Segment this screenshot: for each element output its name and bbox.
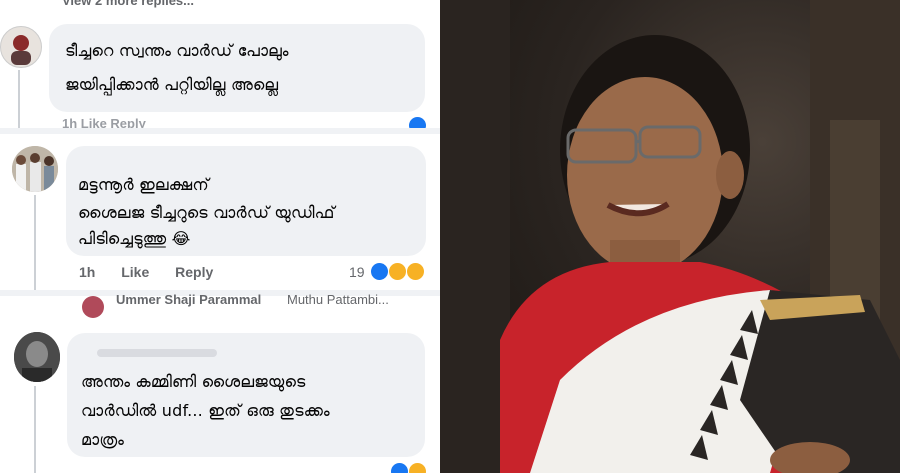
like-reaction-icon: [370, 262, 389, 281]
thread-line: [34, 195, 36, 295]
comment-bubble: അന്തം കമ്മിണി ശൈലജയുടെ വാർഡിൽ udf... ഇത്…: [67, 333, 425, 457]
like-button[interactable]: Like: [121, 264, 149, 280]
comment-bubble: ടീച്ചറെ സ്വന്തം വാർഡ് പോലും ജയിപ്പിക്കാൻ…: [49, 24, 425, 112]
comment-text-line: മട്ടന്നൂർ ഇലക്ഷന്: [78, 175, 209, 194]
user-avatar-icon: [11, 35, 31, 65]
comment-time: 1h: [79, 264, 96, 280]
wow-reaction-icon: [406, 262, 425, 281]
comment-text-line: പിടിച്ചെടുത്തു 😂: [78, 229, 191, 248]
comment-text-line: ടീച്ചറെ സ്വന്തം വാർഡ് പോലും: [65, 41, 289, 60]
reaction-count[interactable]: 19: [349, 264, 365, 280]
comment-bubble: മട്ടന്നൂർ ഇലക്ഷന് ശൈലജ ടീച്ചറുടെ വാർഡ് യ…: [66, 146, 426, 256]
comment-text-line: അന്തം കമ്മിണി ശൈലജയുടെ: [81, 372, 306, 391]
avatar[interactable]: [14, 332, 60, 382]
divider: [0, 128, 440, 134]
comment-text-line: മാത്രം: [81, 430, 125, 449]
user-avatar-icon: [14, 332, 60, 382]
view-more-replies-link[interactable]: View 2 more replies...: [62, 0, 194, 8]
haha-reaction-icon: [388, 262, 407, 281]
thread-line: [18, 70, 20, 130]
comment-text-line: ജയിപ്പിക്കാൻ പറ്റിയില്ല അല്ലെ: [65, 75, 279, 94]
reply-button[interactable]: Reply: [175, 264, 213, 280]
photo-panel: [440, 0, 900, 473]
avatar[interactable]: [0, 26, 42, 68]
thread-line: [34, 386, 36, 473]
comments-panel: View 2 more replies... ടീച്ചറെ സ്വന്തം വ…: [0, 0, 440, 473]
group-photo-avatar-icon: [12, 146, 58, 192]
blurred-author-name: [97, 349, 217, 357]
avatar[interactable]: [82, 296, 104, 318]
haha-reaction-icon: [408, 462, 427, 473]
comment-author-sub: Muthu Pattambi...: [287, 292, 389, 307]
like-reaction-icon: [390, 462, 409, 473]
comment-author[interactable]: Ummer Shaji Parammal: [116, 292, 261, 307]
comment-actions: 1h Like Reply: [79, 264, 235, 280]
portrait-photo: [440, 0, 900, 473]
avatar[interactable]: [12, 146, 58, 192]
comment-text-line: വാർഡിൽ udf... ഇത് ഒരു തുടക്കം: [81, 401, 330, 420]
